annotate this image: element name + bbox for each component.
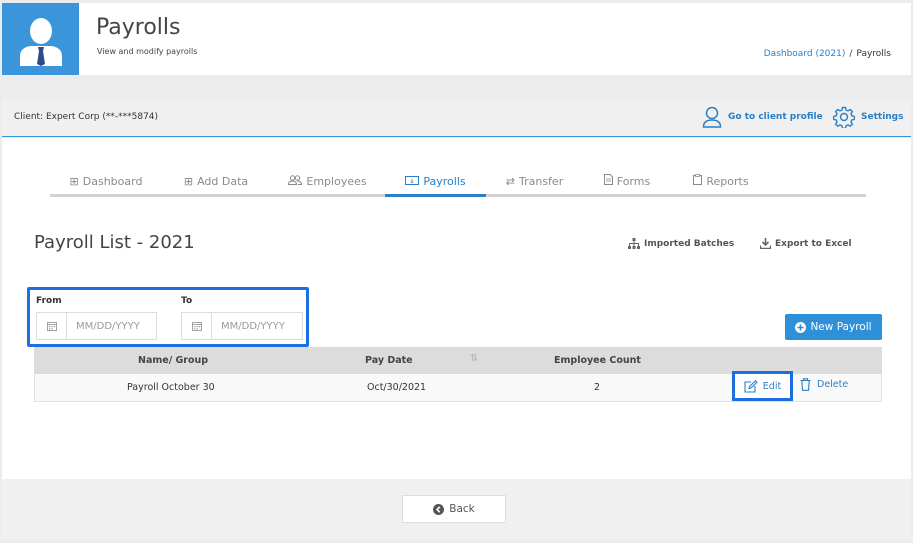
settings-label: Settings bbox=[861, 112, 904, 122]
column-header-name[interactable]: Name/ Group bbox=[138, 355, 208, 366]
tab-transfer-label: Transfer bbox=[518, 174, 564, 188]
breadcrumb-current: Payrolls bbox=[856, 49, 891, 59]
settings-link[interactable]: Settings bbox=[833, 105, 903, 129]
main-panel: ⊞ Dashboard ⊞ Add Data Employees $ Payroll… bbox=[2, 138, 911, 479]
breadcrumb: Dashboard (2021) / Payrolls bbox=[764, 49, 891, 59]
back-label: Back bbox=[449, 503, 475, 515]
tab-reports-label: Reports bbox=[706, 174, 749, 188]
cell-employee-count: 2 bbox=[594, 382, 601, 393]
go-to-client-profile-label: Go to client profile bbox=[728, 112, 823, 122]
to-date-input[interactable]: MM/DD/YYYY bbox=[181, 312, 303, 340]
new-payroll-button[interactable]: New Payroll bbox=[785, 314, 882, 340]
trash-icon bbox=[800, 378, 811, 391]
from-date-placeholder: MM/DD/YYYY bbox=[76, 320, 140, 332]
column-header-pay-date[interactable]: Pay Date bbox=[365, 355, 413, 366]
back-arrow-icon bbox=[433, 503, 445, 515]
page-footer: Back bbox=[2, 479, 911, 539]
clipboard-icon bbox=[693, 174, 703, 188]
tab-dashboard[interactable]: ⊞ Dashboard bbox=[50, 168, 162, 194]
calendar-icon bbox=[182, 313, 212, 339]
to-label: To bbox=[181, 296, 193, 306]
back-button[interactable]: Back bbox=[402, 495, 506, 523]
gear-icon bbox=[833, 106, 855, 128]
edit-label: Edit bbox=[762, 380, 782, 392]
tab-employees[interactable]: Employees bbox=[270, 168, 385, 194]
user-outline-icon bbox=[702, 106, 722, 128]
download-icon bbox=[760, 238, 771, 249]
to-date-placeholder: MM/DD/YYYY bbox=[221, 320, 285, 332]
edit-button[interactable]: Edit bbox=[732, 371, 793, 401]
page-header: Payrolls View and modify payrolls Dashbo… bbox=[2, 3, 911, 75]
payroll-list-title: Payroll List - 2021 bbox=[34, 232, 195, 253]
cell-pay-date: Oct/30/2021 bbox=[367, 382, 427, 393]
tab-dashboard-label: Dashboard bbox=[82, 174, 143, 188]
go-to-client-profile-link[interactable]: Go to client profile bbox=[702, 105, 823, 129]
file-icon bbox=[603, 174, 613, 188]
tab-add-data-label: Add Data bbox=[197, 174, 249, 188]
new-payroll-label: New Payroll bbox=[810, 321, 872, 333]
client-bar: Client: Expert Corp (**-***5874) Go to c… bbox=[2, 99, 911, 137]
user-avatar-logo bbox=[2, 3, 79, 75]
money-icon: $ bbox=[405, 175, 420, 188]
page-title: Payrolls bbox=[96, 15, 181, 40]
imported-batches-link[interactable]: Imported Batches bbox=[628, 238, 734, 249]
breadcrumb-dashboard-link[interactable]: Dashboard (2021) bbox=[764, 49, 846, 59]
page-subtitle: View and modify payrolls bbox=[97, 47, 198, 56]
payroll-table: Name/ Group Pay Date ⇅ Employee Count Pa… bbox=[34, 347, 882, 402]
tab-transfer[interactable]: ⇄ Transfer bbox=[486, 168, 583, 194]
sitemap-icon bbox=[628, 238, 640, 249]
calendar-icon bbox=[37, 313, 67, 339]
tab-payrolls-label: Payrolls bbox=[423, 174, 466, 188]
tab-employees-label: Employees bbox=[306, 174, 367, 188]
table-row: Payroll October 30 Oct/30/2021 2 Edit De… bbox=[34, 371, 882, 402]
grid-icon: ⊞ bbox=[69, 174, 79, 188]
delete-button[interactable]: Delete bbox=[800, 378, 848, 391]
sort-icon[interactable]: ⇅ bbox=[470, 353, 478, 364]
tab-bar: ⊞ Dashboard ⊞ Add Data Employees $ Payroll… bbox=[50, 168, 866, 197]
breadcrumb-separator: / bbox=[849, 49, 853, 59]
tab-payrolls[interactable]: $ Payrolls bbox=[385, 168, 486, 197]
person-icon bbox=[20, 18, 62, 66]
svg-text:$: $ bbox=[411, 178, 415, 184]
tab-forms-label: Forms bbox=[616, 174, 651, 188]
column-header-employee-count[interactable]: Employee Count bbox=[554, 355, 641, 366]
from-label: From bbox=[36, 296, 62, 306]
tab-reports[interactable]: Reports bbox=[671, 168, 771, 194]
plus-circle-icon bbox=[795, 321, 807, 333]
edit-icon bbox=[744, 379, 758, 393]
transfer-icon: ⇄ bbox=[505, 174, 515, 188]
client-label: Client: Expert Corp (**-***5874) bbox=[14, 112, 159, 122]
users-icon bbox=[288, 174, 303, 188]
plus-box-icon: ⊞ bbox=[183, 174, 194, 188]
tab-add-data[interactable]: ⊞ Add Data bbox=[162, 168, 270, 194]
date-range-filter: From MM/DD/YYYY To MM/DD/YYYY bbox=[27, 287, 309, 347]
delete-label: Delete bbox=[817, 379, 849, 390]
cell-name: Payroll October 30 bbox=[127, 382, 215, 393]
export-to-excel-link[interactable]: Export to Excel bbox=[760, 238, 852, 249]
export-to-excel-label: Export to Excel bbox=[775, 238, 852, 249]
table-header: Name/ Group Pay Date ⇅ Employee Count bbox=[34, 347, 882, 374]
tab-forms[interactable]: Forms bbox=[583, 168, 671, 194]
from-date-input[interactable]: MM/DD/YYYY bbox=[36, 312, 157, 340]
imported-batches-label: Imported Batches bbox=[644, 238, 735, 249]
